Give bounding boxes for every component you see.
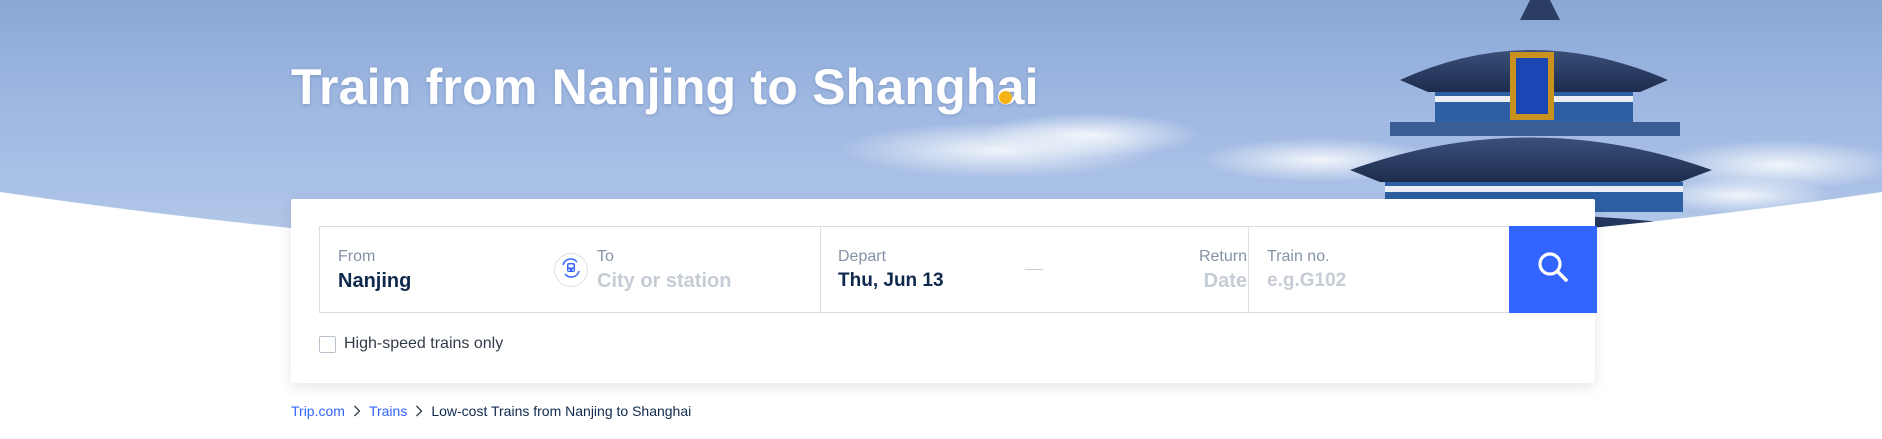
breadcrumb-home-link[interactable]: Trip.com <box>291 403 345 419</box>
depart-field[interactable]: Depart Thu, Jun 13 <box>821 227 1021 312</box>
breadcrumb-trains-link[interactable]: Trains <box>369 403 407 419</box>
breadcrumb: Trip.com Trains Low-cost Trains from Nan… <box>291 403 691 419</box>
page-title: Train from Nanjing to Shanghai <box>291 59 1039 115</box>
search-button[interactable] <box>1509 226 1597 313</box>
train-number-placeholder[interactable]: e.g.G102 <box>1267 270 1346 292</box>
high-speed-only-checkbox[interactable] <box>319 335 336 353</box>
from-value[interactable]: Nanjing <box>338 270 411 293</box>
to-placeholder[interactable]: City or station <box>597 270 731 293</box>
train-number-label: Train no. <box>1267 248 1330 265</box>
breadcrumb-current-page: Low-cost Trains from Nanjing to Shanghai <box>431 403 692 419</box>
train-search-card: From Nanjing To City or station Depart T… <box>291 199 1597 383</box>
search-icon <box>1535 249 1571 290</box>
depart-value[interactable]: Thu, Jun 13 <box>838 270 944 292</box>
from-label: From <box>338 248 376 265</box>
return-label: Return <box>1198 248 1247 265</box>
to-field[interactable]: To City or station <box>590 227 820 312</box>
date-range-dash <box>1025 269 1043 270</box>
to-label: To <box>597 248 614 265</box>
chevron-right-icon <box>415 405 423 417</box>
high-speed-only-label: High-speed trains only <box>344 335 504 352</box>
train-swap-icon <box>560 257 582 284</box>
title-accent-dot <box>999 91 1012 104</box>
return-placeholder[interactable]: Date <box>1204 270 1247 293</box>
chevron-right-icon <box>353 405 361 417</box>
search-form: From Nanjing To City or station Depart T… <box>319 226 1597 313</box>
return-field[interactable]: Return Date <box>1070 227 1247 312</box>
train-number-field[interactable]: Train no. e.g.G102 <box>1249 227 1509 312</box>
swap-stations-button[interactable] <box>554 253 588 287</box>
high-speed-only-option[interactable]: High-speed trains only <box>319 335 503 353</box>
depart-label: Depart <box>838 248 887 265</box>
from-field[interactable]: From Nanjing <box>320 227 590 312</box>
